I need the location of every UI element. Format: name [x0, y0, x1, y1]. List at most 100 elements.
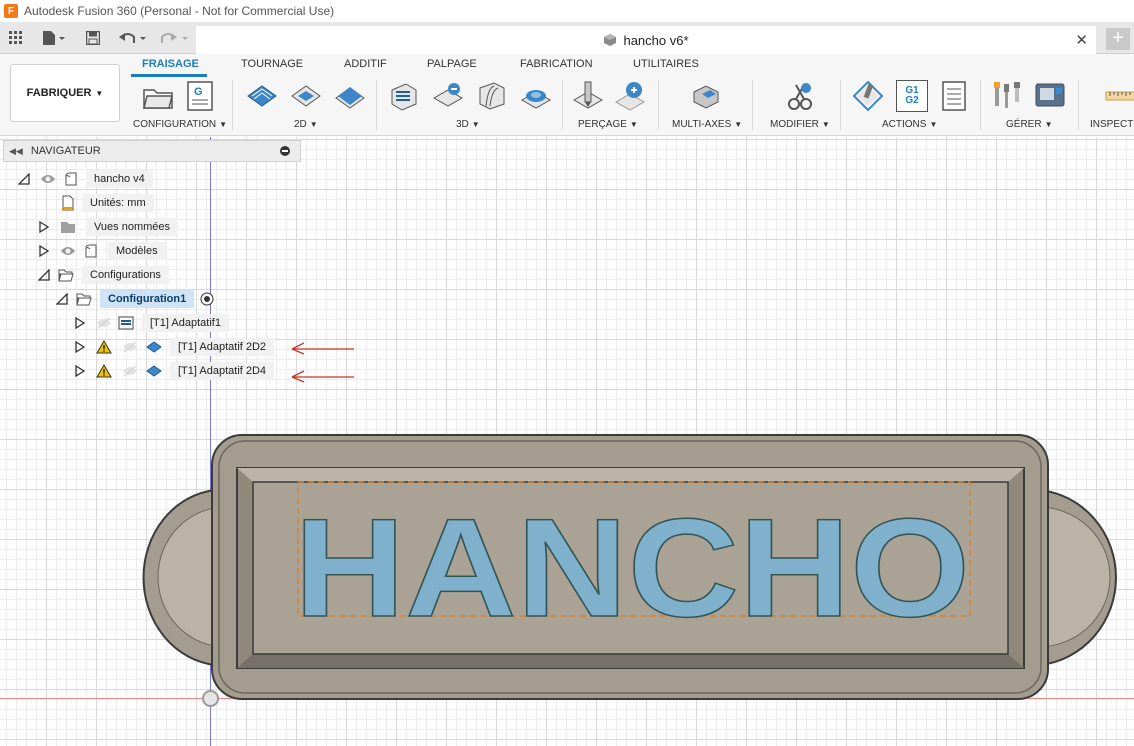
collapsed-triangle-icon[interactable]	[74, 341, 86, 353]
group-actions-label[interactable]: ACTIONS ▼	[882, 119, 937, 130]
grid-menu-icon[interactable]	[8, 28, 24, 48]
expanded-triangle-icon[interactable]	[38, 269, 50, 281]
document-tab[interactable]: hancho v6* ✕	[196, 26, 1096, 54]
ribbon-separator	[752, 80, 753, 130]
expanded-triangle-icon[interactable]	[56, 293, 68, 305]
nc-program-icon[interactable]: G	[184, 80, 216, 112]
open-folder-icon	[58, 269, 74, 282]
new-setup-icon[interactable]	[142, 80, 174, 112]
model-icon	[85, 244, 97, 258]
hole-recognition-icon[interactable]	[614, 80, 646, 112]
tree-row-named-views[interactable]: Vues nommées	[38, 217, 179, 237]
group-inspection-label[interactable]: INSPECTI	[1090, 119, 1134, 130]
toolbar-ribbon: FABRIQUER ▼ FRAISAGE TOURNAGE ADDITIF PA…	[0, 54, 1134, 136]
collapse-panel-icon[interactable]: ◀◀	[9, 146, 23, 157]
tree-row-setup1[interactable]: Configuration1	[56, 289, 214, 309]
save-icon[interactable]	[85, 28, 101, 48]
tab-fabrication[interactable]: FABRICATION	[520, 58, 593, 70]
g2-text: G2	[905, 95, 919, 106]
group-2d-label[interactable]: 2D ▼	[294, 119, 318, 130]
drill-icon[interactable]	[572, 80, 604, 112]
origin-point[interactable]	[202, 690, 219, 707]
2d-pocket-icon[interactable]	[290, 80, 322, 112]
new-tab-button[interactable]: +	[1106, 28, 1130, 50]
tree-row-root[interactable]: hancho v4	[18, 169, 153, 189]
2d-face-icon[interactable]	[334, 80, 366, 112]
file-menu-icon[interactable]	[40, 28, 68, 48]
active-tab-indicator	[131, 74, 207, 77]
hidden-eye-icon[interactable]	[122, 365, 138, 377]
tab-palpage[interactable]: PALPAGE	[427, 58, 477, 70]
window-title: Autodesk Fusion 360 (Personal - Not for …	[24, 4, 335, 18]
document-title: hancho v6*	[623, 32, 689, 48]
modify-toolpath-icon[interactable]	[784, 80, 816, 112]
group-drilling-label[interactable]: PERÇAGE ▼	[578, 119, 638, 130]
tab-utilitaires[interactable]: UTILITAIRES	[633, 58, 699, 70]
ribbon-separator	[840, 80, 841, 130]
multi-axis-icon[interactable]	[690, 80, 722, 112]
tab-additif[interactable]: ADDITIF	[344, 58, 387, 70]
tree-row-operation[interactable]: [T1] Adaptatif 2D2	[74, 337, 275, 357]
ribbon-separator	[1078, 80, 1079, 130]
collapsed-triangle-icon[interactable]	[74, 317, 86, 329]
post-process-icon[interactable]: G1 G2	[896, 80, 928, 112]
tool-library-icon[interactable]	[992, 80, 1024, 112]
expanded-triangle-icon[interactable]	[18, 173, 30, 185]
tree-row-operation[interactable]: [T1] Adaptatif 2D4	[74, 361, 275, 381]
engraved-text: HANCHO	[294, 489, 970, 646]
ribbon-separator	[232, 80, 233, 130]
tree-label-setups: Configurations	[82, 266, 169, 284]
window-title-bar: F Autodesk Fusion 360 (Personal - Not fo…	[0, 0, 1134, 22]
3d-adaptive-op-icon	[118, 316, 134, 330]
units-document-icon	[62, 195, 74, 211]
visibility-eye-icon[interactable]	[60, 245, 76, 257]
3d-contour-icon[interactable]	[476, 80, 508, 112]
ribbon-separator	[980, 80, 981, 130]
2d-adaptive-op-icon	[146, 365, 162, 377]
annotation-arrow	[291, 370, 354, 383]
hidden-eye-icon[interactable]	[122, 341, 138, 353]
folder-icon	[61, 222, 75, 233]
tree-row-units[interactable]: Unités: mm	[60, 193, 154, 213]
part-model[interactable]: HANCHO	[120, 425, 1134, 715]
active-setup-radio-icon[interactable]	[200, 292, 214, 306]
ribbon-separator	[376, 80, 377, 130]
tree-row-operation[interactable]: [T1] Adaptatif1	[74, 313, 229, 333]
collapsed-triangle-icon[interactable]	[74, 365, 86, 377]
minimize-panel-icon[interactable]	[280, 146, 290, 156]
tab-tournage[interactable]: TOURNAGE	[241, 58, 303, 70]
visibility-eye-icon[interactable]	[40, 173, 56, 185]
3d-pocket-icon[interactable]	[432, 80, 464, 112]
3d-scallop-icon[interactable]	[520, 80, 552, 112]
tree-label-op2: [T1] Adaptatif 2D2	[170, 338, 275, 356]
group-multi-axis-label[interactable]: MULTI-AXES ▼	[672, 119, 742, 130]
tree-label-units: Unités: mm	[82, 194, 154, 212]
redo-icon[interactable]	[158, 28, 192, 48]
measure-icon[interactable]	[1104, 80, 1134, 112]
group-3d-label[interactable]: 3D ▼	[456, 119, 480, 130]
hidden-eye-icon[interactable]	[96, 317, 112, 329]
3d-adaptive-icon[interactable]	[388, 80, 420, 112]
workspace-selector[interactable]: FABRIQUER ▼	[10, 64, 120, 122]
tree-row-models[interactable]: Modèles	[38, 241, 166, 261]
navigator-title: NAVIGATEUR	[30, 145, 101, 157]
machine-library-icon[interactable]	[1034, 80, 1066, 112]
open-folder-icon	[76, 293, 92, 306]
group-manage-label[interactable]: GÉRER ▼	[1006, 119, 1052, 130]
2d-adaptive-icon[interactable]	[246, 80, 278, 112]
close-tab-icon[interactable]: ✕	[1075, 31, 1088, 49]
tab-fraisage[interactable]: FRAISAGE	[142, 58, 199, 70]
collapsed-triangle-icon[interactable]	[38, 221, 50, 233]
cube-icon	[604, 34, 617, 46]
setup-sheet-icon[interactable]	[938, 80, 970, 112]
group-configuration-label[interactable]: CONFIGURATION ▼	[133, 119, 227, 130]
chevron-down-icon: ▼	[95, 88, 104, 98]
group-modify-label[interactable]: MODIFIER ▼	[770, 119, 830, 130]
fusion-app-icon: F	[4, 4, 18, 18]
collapsed-triangle-icon[interactable]	[38, 245, 50, 257]
warning-icon	[96, 340, 112, 354]
undo-icon[interactable]	[116, 28, 150, 48]
tree-row-setups[interactable]: Configurations	[38, 265, 169, 285]
simulate-icon[interactable]	[852, 80, 884, 112]
svg-text:G: G	[194, 86, 203, 98]
